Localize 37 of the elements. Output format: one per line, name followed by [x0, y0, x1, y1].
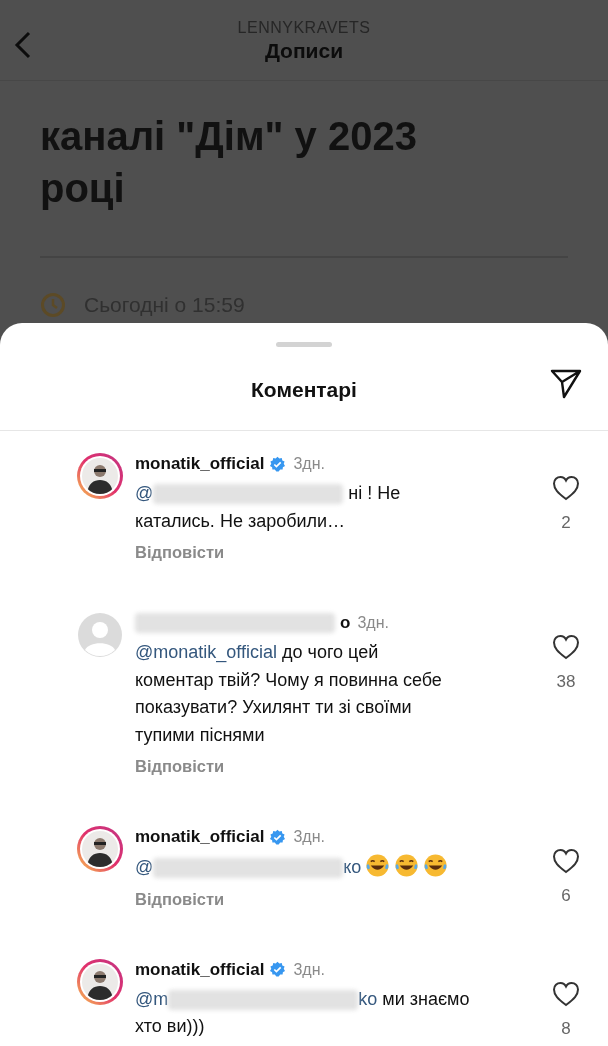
comment-text: @monatik_official до чого цей коментар твій? Чому я повинна себе показувати? Ухилянт ти зі своїми тупими піснями — [135, 641, 443, 747]
sheet-title: Коментарі — [251, 378, 357, 402]
avatar[interactable] — [77, 453, 123, 499]
like-count: 38 — [556, 672, 576, 692]
mention-link[interactable]: @ — [135, 483, 154, 503]
comment-text: @m ko ми знаємо хто ви))) — [135, 987, 471, 1038]
username[interactable]: monatik_official — [135, 959, 265, 980]
like-count: 6 — [561, 886, 571, 906]
like-button[interactable] — [552, 475, 580, 501]
mention-link[interactable]: @monatik_official — [135, 642, 277, 662]
like-count: 2 — [561, 513, 571, 533]
mention-link[interactable]: @ — [135, 857, 154, 877]
mention-link[interactable]: ко — [343, 857, 362, 877]
drag-handle[interactable] — [276, 342, 332, 347]
like-button[interactable] — [552, 980, 580, 1007]
page-title: Дописи — [264, 39, 344, 63]
laughing-emoji-icon — [394, 853, 420, 878]
like-button[interactable] — [552, 848, 580, 874]
username[interactable]: о — [340, 613, 351, 633]
comment-time: 3дн. — [293, 960, 325, 979]
comment-text: @ ні ! Не катались. Не заробили… — [135, 482, 402, 533]
mention-link[interactable]: ko — [358, 988, 378, 1009]
clock-icon — [40, 292, 66, 318]
article-title: каналі "Дім" у 2023 — [40, 113, 418, 160]
username[interactable]: monatik_official — [135, 454, 265, 474]
laughing-emoji-icon — [423, 853, 449, 878]
username[interactable]: monatik_official — [135, 827, 265, 847]
avatar[interactable] — [77, 958, 123, 1005]
comment-time: 3дн. — [293, 455, 325, 473]
comment-time: 3дн. — [357, 614, 389, 632]
avatar[interactable] — [77, 826, 123, 872]
like-button[interactable] — [552, 634, 580, 660]
like-count: 8 — [561, 1018, 571, 1039]
mention-link[interactable]: @m — [135, 988, 169, 1009]
laughing-emoji-icon — [365, 853, 391, 878]
article-title: році — [40, 165, 126, 212]
comment-time: 3дн. — [293, 828, 325, 846]
